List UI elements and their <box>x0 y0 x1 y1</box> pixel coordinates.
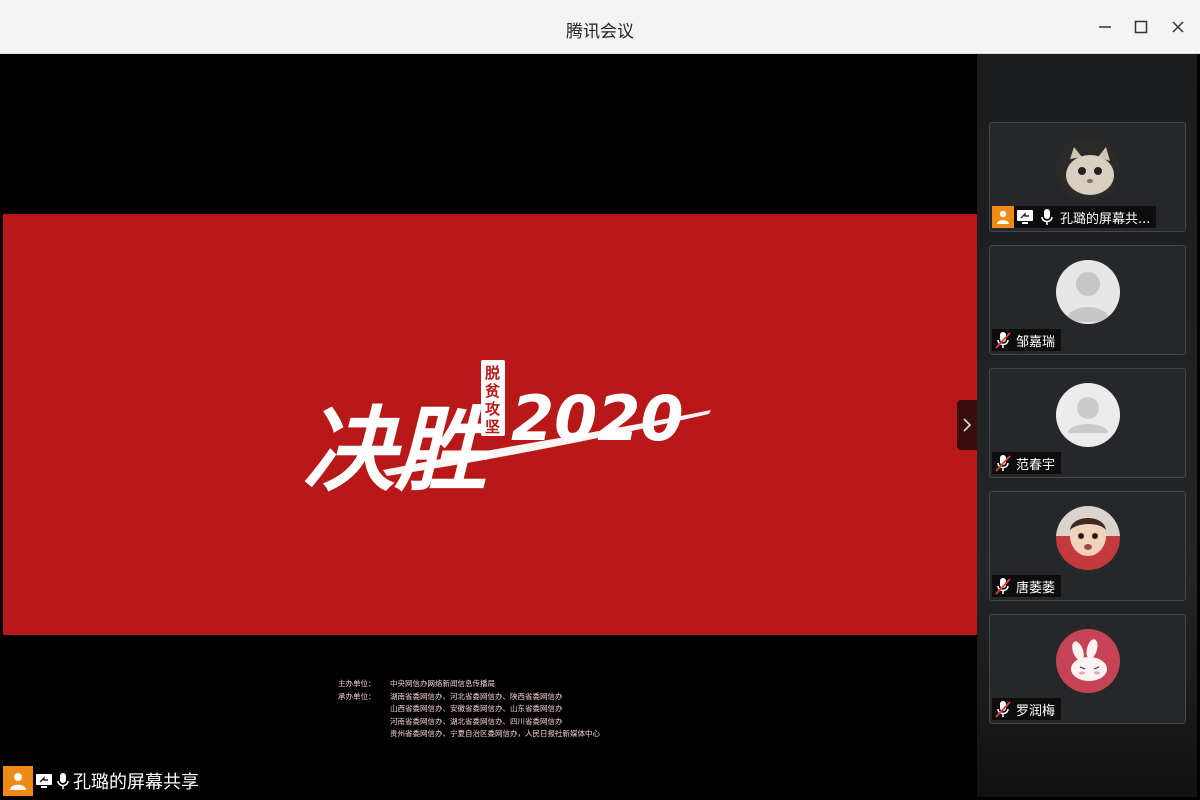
credit-value: 湖南省委网信办、河北省委网信办、陕西省委网信办 <box>390 691 563 701</box>
slide-credits: 主办单位： 中央网信办网络新闻信息传播局承办单位： 湖南省委网信办、河北省委网信办、… <box>338 678 600 741</box>
avatar <box>1056 383 1120 447</box>
maximize-icon <box>1134 20 1148 34</box>
credit-line: 贵州省委网信办、宁夏自治区委网信办，人民日报社新媒体中心 <box>338 728 600 741</box>
slide-year: 2020 <box>511 382 684 455</box>
host-icon <box>992 206 1014 228</box>
muted-microphone-icon <box>992 575 1014 597</box>
minimize-icon <box>1099 26 1111 28</box>
participant-status-bar: 邹嘉瑞 <box>992 329 1062 351</box>
participant-tile[interactable]: 邹嘉瑞 <box>989 245 1186 355</box>
participant-name: 唐萎萎 <box>1016 580 1056 596</box>
credit-line: 主办单位： 中央网信办网络新闻信息传播局 <box>338 678 600 691</box>
credit-value: 贵州省委网信办、宁夏自治区委网信办，人民日报社新媒体中心 <box>390 729 600 738</box>
default-person-avatar <box>1056 260 1120 324</box>
title-bar: 腾讯会议 <box>0 0 1200 54</box>
participant-tile[interactable]: 唐萎萎 <box>989 491 1186 601</box>
credit-line: 河南省委网信办、湖北省委网信办、四川省委网信办 <box>338 716 600 729</box>
credit-value: 河南省委网信办、湖北省委网信办、四川省委网信办 <box>390 716 563 726</box>
participant-name: 邹嘉瑞 <box>1016 334 1056 350</box>
close-icon <box>1172 21 1184 33</box>
host-icon <box>3 766 33 796</box>
microphone-icon <box>55 770 71 792</box>
participant-status-bar: 唐萎萎 <box>992 575 1062 597</box>
avatar <box>1056 137 1120 201</box>
participant-status-bar: 范春宇 <box>992 452 1062 474</box>
minimize-button[interactable] <box>1092 14 1118 40</box>
maximize-button[interactable] <box>1128 14 1154 40</box>
chevron-right-icon <box>963 418 972 432</box>
credit-label: 主办单位： <box>338 679 376 688</box>
cat-photo-avatar <box>1056 137 1120 201</box>
credit-value: 中央网信办网络新闻信息传播局 <box>390 679 495 688</box>
close-button[interactable] <box>1165 14 1191 40</box>
presenter-label: 孔璐的屏幕共享 <box>73 772 199 793</box>
participant-name: 罗润梅 <box>1016 703 1056 719</box>
participant-tile[interactable]: 罗润梅 <box>989 614 1186 724</box>
screen-share-icon <box>33 770 55 792</box>
participant-tile[interactable]: 范春宇 <box>989 368 1186 478</box>
avatar <box>1056 260 1120 324</box>
shared-screen: 决胜 脱 贫 攻 坚 2020 主办单位： 中央网信办网络新闻信息传播局承办单位：… <box>3 54 977 797</box>
default-person-avatar <box>1056 383 1120 447</box>
microphone-icon <box>1036 206 1058 228</box>
participant-name: 孔璐的屏幕共... <box>1060 211 1151 227</box>
window-title: 腾讯会议 <box>566 22 634 42</box>
slide-artwork: 决胜 脱 贫 攻 坚 2020 <box>303 360 711 504</box>
participant-name: 范春宇 <box>1016 457 1056 473</box>
slide-headline: 决胜 <box>303 396 498 504</box>
credit-label: 承办单位： <box>338 691 376 701</box>
muted-microphone-icon <box>992 452 1014 474</box>
presenter-bar: 孔璐的屏幕共享 <box>3 766 199 796</box>
participant-tile[interactable]: 孔璐的屏幕共... <box>989 122 1186 232</box>
screen-share-icon <box>1014 206 1036 228</box>
muted-microphone-icon <box>992 329 1014 351</box>
credit-line: 山西省委网信办、安徽省委网信办、山东省委网信办 <box>338 703 600 716</box>
participant-status-bar: 孔璐的屏幕共... <box>992 206 1157 228</box>
participant-status-bar: 罗润梅 <box>992 698 1062 720</box>
avatar <box>1056 629 1120 693</box>
child-photo-avatar <box>1056 506 1120 570</box>
shared-slide: 决胜 脱 贫 攻 坚 2020 主办单位： 中央网信办网络新闻信息传播局承办单位：… <box>3 214 977 738</box>
credit-value: 山西省委网信办、安徽省委网信办、山东省委网信办 <box>390 704 563 713</box>
collapse-panel-button[interactable] <box>957 400 977 450</box>
credit-line: 承办单位： 湖南省委网信办、河北省委网信办、陕西省委网信办 <box>338 691 600 704</box>
avatar <box>1056 506 1120 570</box>
muted-microphone-icon <box>992 698 1014 720</box>
bunny-cartoon-avatar <box>1056 629 1120 693</box>
